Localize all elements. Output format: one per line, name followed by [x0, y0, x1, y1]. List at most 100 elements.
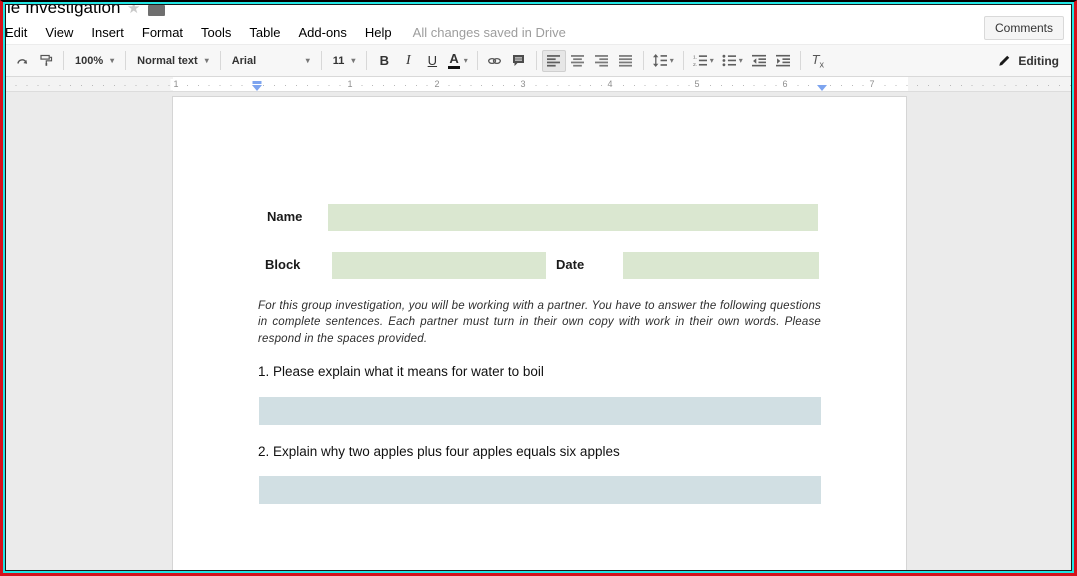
- instructions-text: For this group investigation, you will b…: [258, 298, 821, 347]
- menu-insert[interactable]: Insert: [82, 22, 133, 43]
- svg-text:2.: 2.: [693, 62, 697, 67]
- increase-indent-icon: [776, 54, 790, 67]
- font-family-value: Arial: [232, 55, 256, 67]
- dropdown-arrow-icon: ▾: [670, 57, 674, 65]
- toolbar-separator: [63, 51, 64, 70]
- bold-button[interactable]: B: [372, 50, 396, 72]
- date-field[interactable]: [623, 252, 819, 279]
- comment-icon: [512, 54, 525, 67]
- screenshot-frame: le Investigation ★ Edit View Insert Form…: [0, 0, 1077, 576]
- align-right-icon: [595, 54, 608, 67]
- ruler-page-area: [173, 77, 908, 91]
- ruler-number: 5: [691, 79, 702, 90]
- mode-button[interactable]: Editing: [998, 54, 1067, 68]
- star-icon[interactable]: ★: [127, 5, 140, 17]
- name-label: Name: [267, 203, 302, 231]
- toolbar-separator: [366, 51, 367, 70]
- dropdown-arrow-icon: ▾: [205, 57, 209, 65]
- screenshot-frame-inner: le Investigation ★ Edit View Insert Form…: [3, 2, 1074, 573]
- redo-button[interactable]: [10, 50, 34, 72]
- font-size-value: 11: [333, 55, 345, 67]
- toolbar-separator: [220, 51, 221, 70]
- bulleted-list-button[interactable]: ▾: [718, 50, 747, 72]
- ruler-number: 3: [517, 79, 528, 90]
- toolbar-separator: [536, 51, 537, 70]
- toolbar-separator: [477, 51, 478, 70]
- ruler-number: 7: [866, 79, 877, 90]
- toolbar-separator: [125, 51, 126, 70]
- toolbar-separator: [683, 51, 684, 70]
- save-status: All changes saved in Drive: [413, 25, 566, 40]
- ruler-ticks: [6, 85, 1071, 86]
- pencil-icon: [998, 54, 1011, 67]
- increase-indent-button[interactable]: [771, 50, 795, 72]
- folder-icon[interactable]: [148, 5, 165, 16]
- ruler-number: 2: [431, 79, 442, 90]
- bulleted-list-icon: [722, 54, 736, 67]
- line-spacing-button[interactable]: ▾: [649, 50, 678, 72]
- paint-format-button[interactable]: [34, 50, 58, 72]
- insert-link-button[interactable]: [483, 50, 507, 72]
- question-2-text: 2. Explain why two apples plus four appl…: [258, 444, 620, 459]
- line-spacing-icon: [653, 54, 667, 67]
- align-center-icon: [571, 54, 584, 67]
- text-color-icon: A: [448, 52, 459, 69]
- link-icon: [487, 55, 502, 67]
- question-2-answer-field[interactable]: [259, 476, 821, 504]
- paragraph-style-value: Normal text: [137, 55, 198, 67]
- dropdown-arrow-icon: ▾: [351, 57, 355, 65]
- question-1-text: 1. Please explain what it means for wate…: [258, 364, 544, 379]
- decrease-indent-button[interactable]: [747, 50, 771, 72]
- dropdown-arrow-icon: ▾: [739, 57, 743, 65]
- right-indent-marker[interactable]: [817, 85, 827, 91]
- block-field[interactable]: [332, 252, 546, 279]
- insert-comment-button[interactable]: [507, 50, 531, 72]
- question-1-answer-field[interactable]: [259, 397, 821, 425]
- menu-format[interactable]: Format: [133, 22, 192, 43]
- first-line-indent-marker[interactable]: [253, 81, 262, 84]
- redo-icon: [15, 55, 29, 67]
- paragraph-style-select[interactable]: Normal text ▾: [131, 50, 215, 72]
- menu-addons[interactable]: Add-ons: [289, 22, 355, 43]
- document-page[interactable]: Name Block Date For this group investiga…: [172, 96, 907, 570]
- decrease-indent-icon: [752, 54, 766, 67]
- underline-button[interactable]: U: [420, 50, 444, 72]
- ruler: 1 1 2 3 4 5 6 7: [6, 77, 1071, 92]
- italic-button[interactable]: I: [396, 50, 420, 72]
- menu-view[interactable]: View: [36, 22, 82, 43]
- ruler-number: 1: [344, 79, 355, 90]
- toolbar-separator: [800, 51, 801, 70]
- dropdown-arrow-icon: ▾: [306, 57, 310, 65]
- menu-help[interactable]: Help: [356, 22, 401, 43]
- date-label: Date: [556, 251, 584, 279]
- menu-tools[interactable]: Tools: [192, 22, 240, 43]
- menu-edit[interactable]: Edit: [5, 22, 36, 43]
- text-color-button[interactable]: A▾: [444, 50, 471, 72]
- comments-button[interactable]: Comments: [984, 16, 1064, 40]
- zoom-select[interactable]: 100% ▾: [69, 50, 120, 72]
- ruler-number: 6: [779, 79, 790, 90]
- align-justify-button[interactable]: [614, 50, 638, 72]
- document-canvas: Name Block Date For this group investiga…: [6, 92, 1071, 570]
- align-center-button[interactable]: [566, 50, 590, 72]
- document-title[interactable]: le Investigation: [7, 5, 120, 18]
- svg-text:1.: 1.: [693, 54, 697, 60]
- paint-roller-icon: [40, 54, 53, 67]
- left-indent-marker[interactable]: [252, 85, 262, 91]
- menu-table[interactable]: Table: [240, 22, 289, 43]
- mode-label: Editing: [1018, 54, 1059, 68]
- topbar: le Investigation ★ Edit View Insert Form…: [6, 5, 1071, 44]
- align-right-button[interactable]: [590, 50, 614, 72]
- font-family-select[interactable]: Arial ▾: [226, 50, 316, 72]
- align-left-icon: [547, 54, 560, 67]
- align-left-button[interactable]: [542, 50, 566, 72]
- clear-formatting-button[interactable]: Tx: [806, 50, 830, 72]
- italic-label: I: [406, 53, 411, 69]
- name-field[interactable]: [328, 204, 818, 231]
- font-size-select[interactable]: 11 ▾: [327, 50, 362, 72]
- zoom-value: 100%: [75, 55, 103, 67]
- toolbar-separator: [321, 51, 322, 70]
- ruler-number: 1: [170, 79, 181, 90]
- numbered-list-button[interactable]: 1.2. ▾: [689, 50, 718, 72]
- dropdown-arrow-icon: ▾: [464, 57, 468, 65]
